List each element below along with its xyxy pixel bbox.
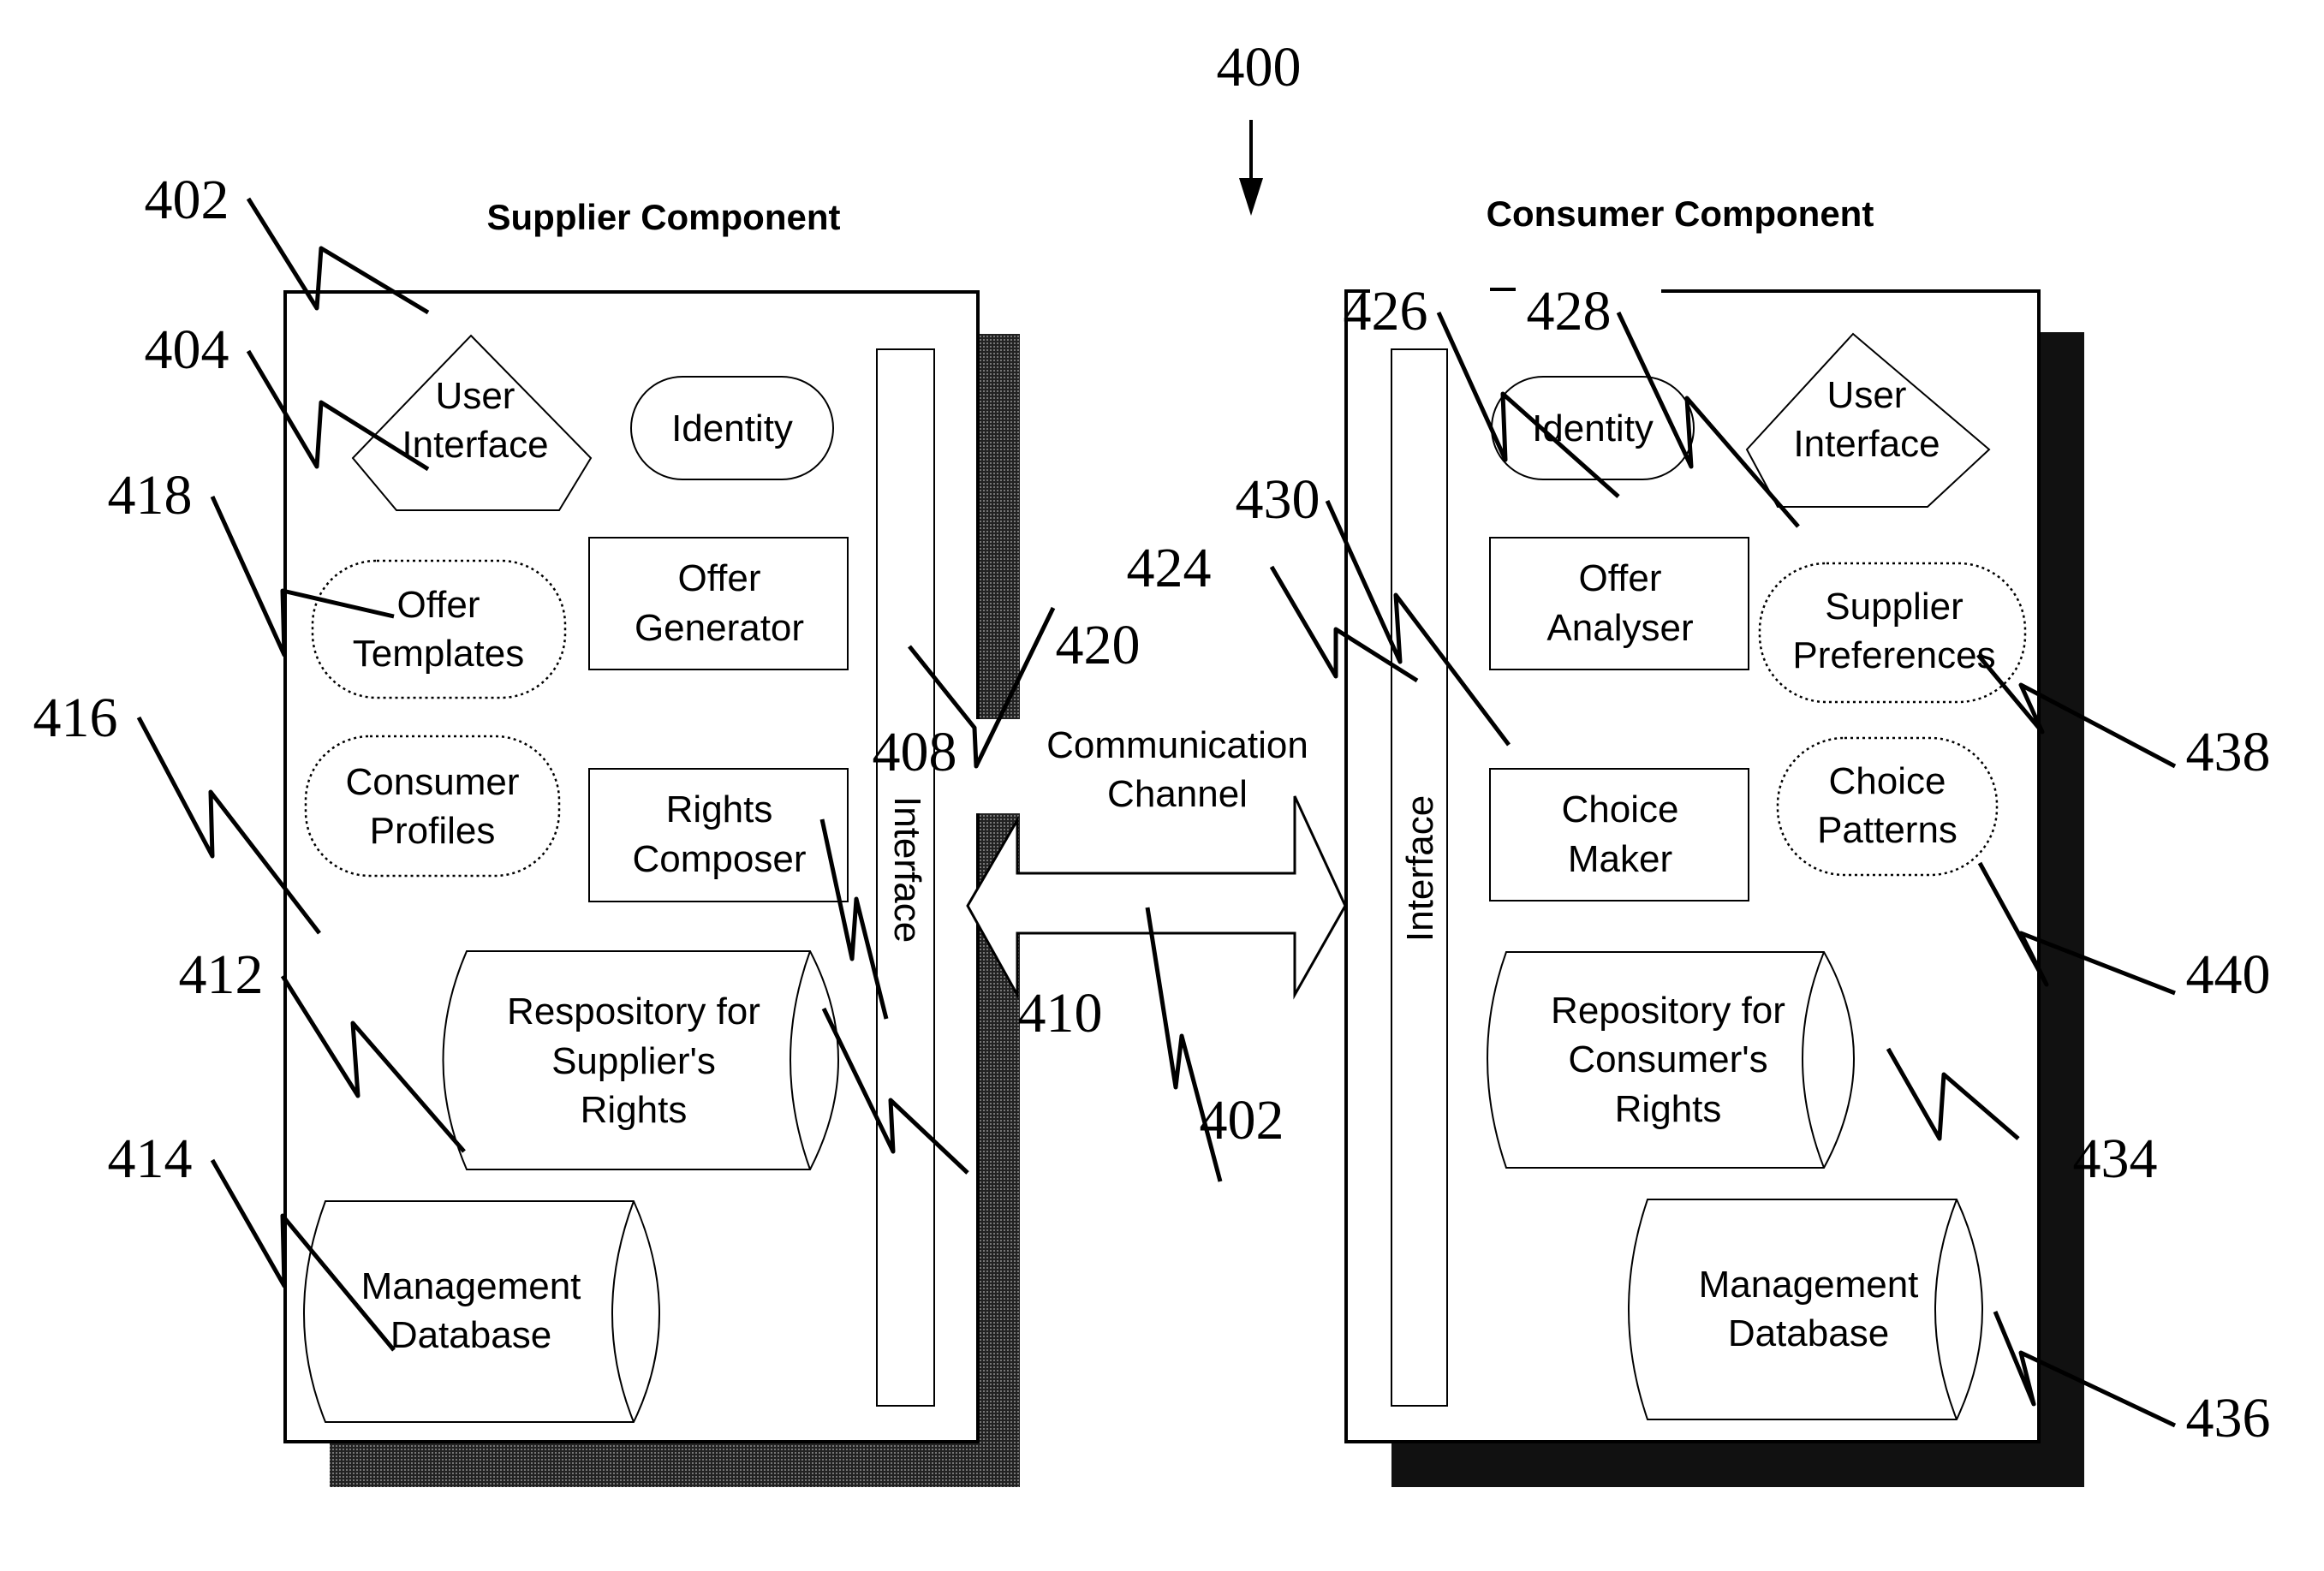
ref-418: 418 bbox=[108, 464, 193, 527]
patent-diagram: 400 Supplier Component Interface User In… bbox=[33, 36, 2271, 1487]
supplier-component: Interface User Interface Identity Offer … bbox=[283, 290, 1020, 1487]
supplier-identity[interactable]: Identity bbox=[630, 376, 834, 480]
ref-416: 416 bbox=[33, 687, 118, 749]
svg-text:Patterns: Patterns bbox=[1817, 809, 1958, 851]
ref-402: 402 bbox=[145, 169, 229, 231]
ref-420: 420 bbox=[1056, 614, 1141, 676]
svg-text:Interface: Interface bbox=[1793, 423, 1940, 465]
svg-text:Consumer's: Consumer's bbox=[1568, 1038, 1767, 1080]
supplier-offer-generator[interactable]: Offer Generator bbox=[588, 537, 849, 670]
svg-text:Maker: Maker bbox=[1568, 838, 1672, 880]
supplier-management-database[interactable]: Management Database bbox=[303, 1200, 660, 1423]
svg-text:Respository for: Respository for bbox=[507, 991, 760, 1032]
consumer-choice-patterns[interactable]: Choice Patterns bbox=[1776, 736, 1999, 877]
ref-408: 408 bbox=[873, 721, 957, 783]
svg-text:Generator: Generator bbox=[635, 607, 804, 649]
supplier-component-title: Supplier Component bbox=[487, 197, 841, 237]
svg-text:Rights: Rights bbox=[1615, 1088, 1722, 1130]
consumer-component: Interface Identity User Interface Offer … bbox=[1344, 283, 2084, 1487]
svg-text:Offer: Offer bbox=[1578, 557, 1661, 599]
svg-text:Preferences: Preferences bbox=[1792, 634, 1995, 676]
supplier-consumer-profiles[interactable]: Consumer Profiles bbox=[304, 735, 561, 878]
svg-text:Management: Management bbox=[1699, 1264, 1919, 1306]
svg-text:User: User bbox=[436, 375, 515, 417]
svg-text:User: User bbox=[1827, 374, 1907, 416]
consumer-management-database[interactable]: Management Database bbox=[1628, 1199, 1983, 1420]
svg-text:Interface: Interface bbox=[402, 424, 548, 466]
svg-text:Identity: Identity bbox=[671, 408, 793, 449]
svg-text:Rights: Rights bbox=[666, 788, 773, 830]
svg-text:Choice: Choice bbox=[1562, 788, 1679, 830]
ref-410: 410 bbox=[1018, 982, 1103, 1044]
ref-440: 440 bbox=[2186, 943, 2271, 1006]
consumer-interface-label: Interface bbox=[1399, 795, 1441, 942]
figure-ref-number: 400 bbox=[1217, 36, 1302, 98]
svg-text:Choice: Choice bbox=[1829, 760, 1946, 802]
ref-426: 426 bbox=[1344, 280, 1428, 342]
svg-text:Rights: Rights bbox=[581, 1089, 688, 1131]
ref-404: 404 bbox=[145, 318, 229, 381]
consumer-rights-repository[interactable]: Repository for Consumer's Rights bbox=[1487, 951, 1855, 1169]
svg-text:Repository for: Repository for bbox=[1551, 990, 1785, 1032]
figure-pointer-arrow bbox=[1239, 120, 1263, 216]
svg-text:Offer: Offer bbox=[677, 557, 760, 599]
ref-414: 414 bbox=[108, 1128, 193, 1190]
supplier-offer-templates[interactable]: Offer Templates bbox=[311, 559, 567, 699]
channel-label-line2: Channel bbox=[1107, 773, 1248, 815]
supplier-rights-repository[interactable]: Respository for Supplier's Rights bbox=[442, 950, 839, 1170]
ref-428: 428 bbox=[1527, 280, 1612, 342]
svg-text:Supplier's: Supplier's bbox=[551, 1040, 716, 1082]
consumer-supplier-preferences[interactable]: Supplier Preferences bbox=[1758, 562, 2027, 704]
svg-text:Templates: Templates bbox=[353, 633, 525, 675]
svg-text:Composer: Composer bbox=[633, 838, 807, 880]
svg-text:Profiles: Profiles bbox=[370, 810, 496, 852]
ref-434: 434 bbox=[2073, 1128, 2158, 1190]
consumer-identity[interactable]: Identity bbox=[1491, 376, 1695, 480]
channel-label-line1: Communication bbox=[1046, 724, 1308, 766]
svg-text:Analyser: Analyser bbox=[1546, 607, 1693, 649]
svg-text:Offer: Offer bbox=[396, 584, 480, 626]
supplier-interface-label: Interface bbox=[886, 796, 928, 943]
supplier-rights-composer[interactable]: Rights Composer bbox=[588, 768, 849, 902]
svg-text:Management: Management bbox=[361, 1265, 581, 1307]
svg-text:Database: Database bbox=[390, 1314, 551, 1356]
svg-text:Supplier: Supplier bbox=[1825, 586, 1963, 628]
svg-text:Database: Database bbox=[1728, 1312, 1889, 1354]
ref-438: 438 bbox=[2186, 721, 2271, 783]
svg-text:Consumer: Consumer bbox=[346, 761, 520, 803]
ref-430: 430 bbox=[1236, 468, 1320, 531]
ref-402-channel: 402 bbox=[1200, 1089, 1284, 1151]
ref-436: 436 bbox=[2186, 1387, 2271, 1449]
consumer-choice-maker[interactable]: Choice Maker bbox=[1489, 768, 1749, 902]
ref-412: 412 bbox=[179, 943, 264, 1006]
consumer-component-title: Consumer Component bbox=[1487, 193, 1874, 234]
ref-424: 424 bbox=[1127, 537, 1212, 599]
svg-text:Identity: Identity bbox=[1532, 408, 1654, 449]
consumer-offer-analyser[interactable]: Offer Analyser bbox=[1489, 537, 1749, 670]
